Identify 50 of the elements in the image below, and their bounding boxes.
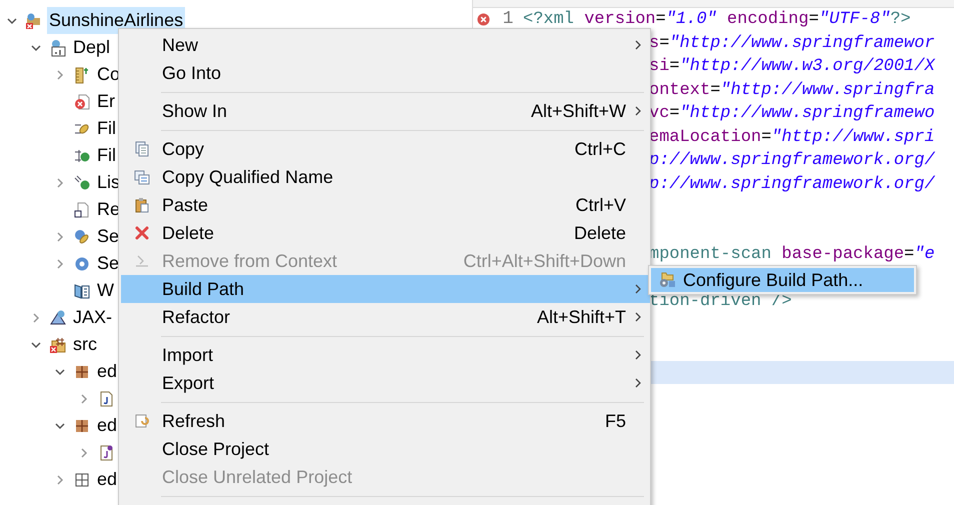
error-icon bbox=[476, 13, 490, 26]
menu-item[interactable]: Configure Build Path... bbox=[651, 268, 914, 292]
tree-item[interactable]: Fil bbox=[95, 142, 118, 169]
menu-item[interactable]: Copy Ctrl+C bbox=[121, 135, 650, 163]
tree-item[interactable]: ed bbox=[95, 412, 120, 439]
code-line: emaLocation="http://www.spri bbox=[649, 126, 935, 148]
menu-item[interactable]: Show In Alt+Shift+W bbox=[121, 97, 650, 125]
tree-item[interactable]: Se bbox=[95, 250, 122, 277]
code-line: <?xml version="1.0" encoding="UTF-8"?> bbox=[523, 9, 911, 31]
error-file-icon bbox=[73, 92, 91, 110]
copy-icon bbox=[134, 141, 150, 157]
menu-item[interactable]: Go Into bbox=[121, 59, 650, 87]
tree-item[interactable]: Er bbox=[95, 88, 117, 115]
code-line: si="http://www.w3.org/2001/X bbox=[649, 56, 935, 78]
package-icon bbox=[73, 470, 91, 488]
code-line: p://www.springframework.org/ bbox=[649, 174, 935, 196]
delete-icon bbox=[134, 225, 150, 241]
tree-item[interactable]: src bbox=[71, 331, 99, 358]
menu-item[interactable]: Refresh F5 bbox=[121, 407, 650, 435]
code-line: mponent-scan base-package="e bbox=[649, 244, 935, 266]
book-icon bbox=[73, 282, 91, 300]
menu-item[interactable]: Import bbox=[121, 341, 650, 369]
menu-item[interactable]: Paste Ctrl+V bbox=[121, 191, 650, 219]
tree-item[interactable]: Re bbox=[95, 196, 122, 223]
ruler-icon bbox=[73, 66, 91, 84]
copy-icon bbox=[134, 169, 150, 185]
tree-item[interactable]: JAX- bbox=[71, 304, 114, 331]
clipboard-icon bbox=[134, 197, 150, 213]
tree-item[interactable]: Se bbox=[95, 223, 122, 250]
menu-item[interactable]: Delete Delete bbox=[121, 219, 650, 247]
source-folder-icon bbox=[49, 336, 67, 354]
tree-item[interactable]: W bbox=[95, 277, 116, 304]
tree-item[interactable]: ed bbox=[95, 358, 120, 385]
line-number: 1 bbox=[502, 8, 514, 32]
code-line: s="http://www.springframewor bbox=[649, 32, 935, 54]
menu-item[interactable]: Copy Qualified Name bbox=[121, 163, 650, 191]
project-icon bbox=[25, 12, 43, 30]
menu-item[interactable]: New bbox=[121, 31, 650, 59]
reference-file-icon bbox=[73, 200, 91, 218]
tree-item[interactable]: Fil bbox=[95, 115, 118, 142]
menu-item[interactable]: Close Project bbox=[121, 435, 650, 463]
menu-item[interactable]: Export bbox=[121, 369, 650, 397]
code-line: ontext="http://www.springfra bbox=[649, 80, 935, 102]
menu-item[interactable]: Refactor Alt+Shift+T bbox=[121, 303, 650, 331]
refresh-icon bbox=[134, 413, 150, 429]
code-line: p://www.springframework.org/ bbox=[649, 150, 935, 172]
menu-item[interactable]: Build Path bbox=[121, 275, 650, 303]
tree-item[interactable]: ed bbox=[95, 466, 120, 493]
tree-item[interactable]: Depl bbox=[71, 34, 112, 61]
code-line: vc="http://www.springframewo bbox=[649, 103, 935, 125]
